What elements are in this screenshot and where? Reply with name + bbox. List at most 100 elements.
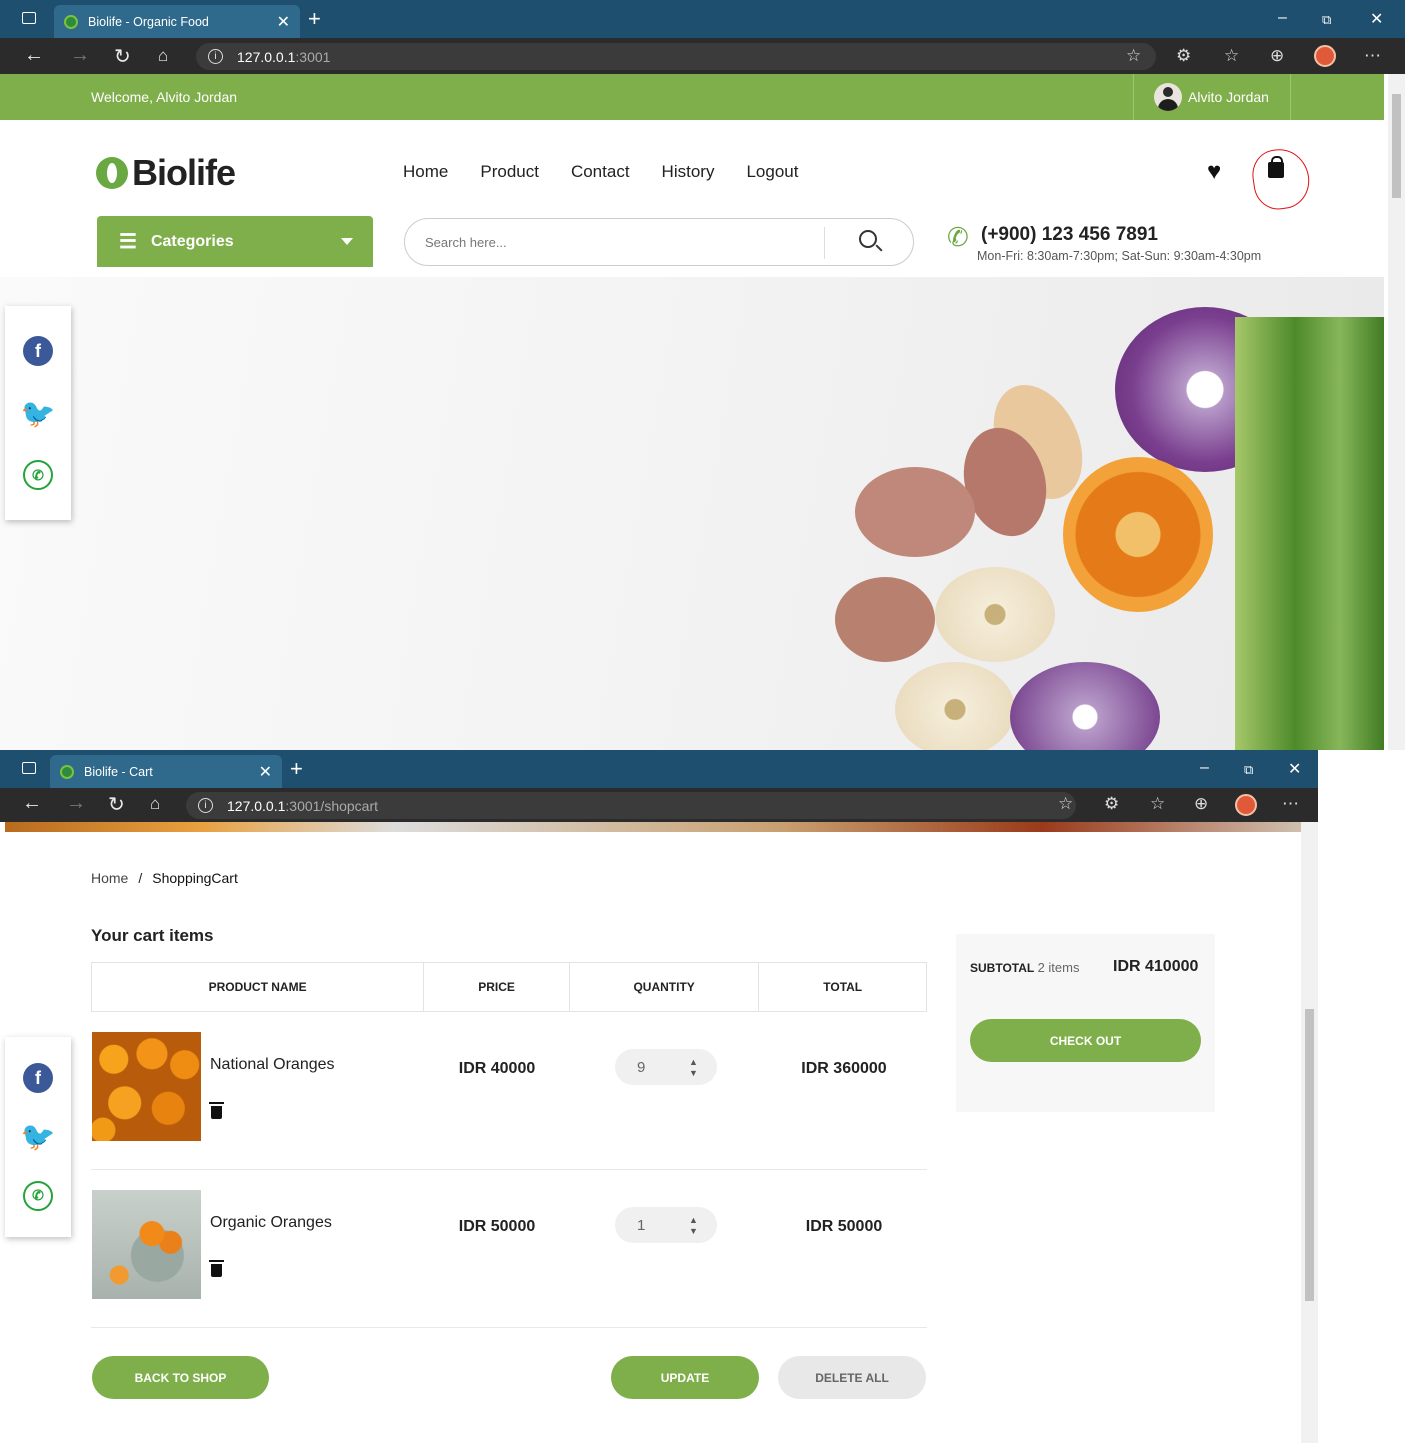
close-tab-icon[interactable]: ✕ <box>277 12 290 32</box>
home-icon[interactable]: ⌂ <box>158 46 168 66</box>
breadcrumb-current: ShoppingCart <box>152 870 238 886</box>
increment-icon[interactable]: ▲ <box>689 1216 698 1225</box>
back-to-shop-button[interactable]: BACK TO SHOP <box>92 1356 269 1399</box>
breadcrumb-separator: / <box>138 870 143 886</box>
more-icon[interactable]: ⋯ <box>1282 794 1299 814</box>
more-icon[interactable]: ⋯ <box>1364 46 1381 66</box>
restore-icon[interactable]: ⧉ <box>1322 12 1331 28</box>
search-icon[interactable] <box>859 230 877 248</box>
update-button[interactable]: UPDATE <box>611 1356 759 1399</box>
search-box[interactable]: Search here... <box>404 218 914 266</box>
facebook-icon[interactable]: f <box>23 336 53 366</box>
whatsapp-icon[interactable]: ✆ <box>23 460 53 490</box>
onion-image <box>935 567 1055 662</box>
menu-history[interactable]: History <box>662 162 715 182</box>
site-info-icon[interactable]: i <box>208 49 223 64</box>
collections-icon[interactable]: ⊕ <box>1270 46 1284 66</box>
workspaces-icon[interactable] <box>22 762 36 774</box>
menu-home[interactable]: Home <box>403 162 448 182</box>
quantity-value[interactable]: 9 <box>637 1059 645 1076</box>
profile-icon[interactable] <box>1314 45 1336 67</box>
forward-icon[interactable]: → <box>70 44 90 67</box>
browser-tab[interactable]: Biolife - Organic Food ✕ <box>54 5 300 38</box>
favicon-icon <box>64 14 78 29</box>
quantity-stepper[interactable]: 1 ▲ ▼ <box>615 1207 717 1243</box>
close-tab-icon[interactable]: ✕ <box>259 762 272 782</box>
product-name[interactable]: National Oranges <box>210 1056 335 1074</box>
profile-icon[interactable] <box>1235 794 1257 816</box>
product-image[interactable] <box>92 1190 201 1299</box>
browser-window-home: Biolife - Organic Food ✕ + – ⧉ ✕ ← → ↻ ⌂… <box>0 0 1405 750</box>
back-icon[interactable]: ← <box>22 792 42 815</box>
logo[interactable]: Biolife <box>96 152 236 194</box>
twitter-icon[interactable]: 🐦 <box>21 1121 56 1152</box>
user-menu[interactable]: Alvito Jordan <box>1133 74 1291 120</box>
collections-icon[interactable]: ⊕ <box>1194 794 1208 814</box>
url-path: :3001/shopcart <box>285 797 379 814</box>
list-icon: ☰ <box>119 231 137 253</box>
hero-banner <box>0 277 1384 750</box>
product-name[interactable]: Organic Oranges <box>210 1214 332 1232</box>
trash-icon[interactable] <box>209 1102 224 1119</box>
favorites-icon[interactable]: ☆ <box>1224 46 1239 66</box>
facebook-icon[interactable]: f <box>23 1063 53 1094</box>
url-field[interactable]: i 127.0.0.1:3001/shopcart <box>186 792 1076 819</box>
minimize-icon[interactable]: – <box>1278 9 1287 27</box>
menu-logout[interactable]: Logout <box>746 162 798 182</box>
refresh-icon[interactable]: ↻ <box>108 792 125 817</box>
extensions-icon[interactable]: ⚙ <box>1176 46 1191 66</box>
menu-contact[interactable]: Contact <box>571 162 630 182</box>
checkout-button[interactable]: CHECK OUT <box>970 1019 1201 1062</box>
product-image[interactable] <box>92 1032 201 1141</box>
back-icon[interactable]: ← <box>24 44 44 67</box>
avatar <box>1154 83 1182 111</box>
search-input[interactable]: Search here... <box>425 235 507 250</box>
wishlist-heart-icon[interactable]: ♥ <box>1207 158 1221 186</box>
increment-icon[interactable]: ▲ <box>689 1058 698 1067</box>
close-window-icon[interactable]: ✕ <box>1370 9 1383 29</box>
add-favorite-icon[interactable]: ☆ <box>1058 794 1073 814</box>
delete-all-button[interactable]: DELETE ALL <box>778 1356 926 1399</box>
new-tab-icon[interactable]: + <box>308 6 321 32</box>
whatsapp-icon[interactable]: ✆ <box>23 1180 53 1211</box>
trash-icon[interactable] <box>209 1260 224 1277</box>
workspaces-icon[interactable] <box>22 12 36 24</box>
add-favorite-icon[interactable]: ☆ <box>1126 46 1141 66</box>
favorites-icon[interactable]: ☆ <box>1150 794 1165 814</box>
quantity-stepper[interactable]: 9 ▲ ▼ <box>615 1049 717 1085</box>
minimize-icon[interactable]: – <box>1200 759 1209 777</box>
quantity-value[interactable]: 1 <box>637 1217 645 1234</box>
subtotal-label: SUBTOTAL 2 items <box>970 960 1079 975</box>
categories-button[interactable]: ☰ Categories <box>97 216 373 267</box>
forward-icon[interactable]: → <box>66 792 86 815</box>
home-page: Welcome, Alvito Jordan Alvito Jordan Bio… <box>0 74 1384 750</box>
scrollbar-thumb[interactable] <box>1392 94 1401 198</box>
welcome-text: Welcome, Alvito Jordan <box>91 89 238 105</box>
site-info-icon[interactable]: i <box>198 798 213 813</box>
menu-product[interactable]: Product <box>480 162 539 182</box>
decrement-icon[interactable]: ▼ <box>689 1227 698 1236</box>
restore-icon[interactable]: ⧉ <box>1244 762 1253 778</box>
url-field[interactable]: i 127.0.0.1:3001 <box>196 43 1156 70</box>
extensions-icon[interactable]: ⚙ <box>1104 794 1119 814</box>
new-tab-icon[interactable]: + <box>290 756 303 782</box>
pumpkin-image <box>1063 457 1213 612</box>
scrollbar-thumb[interactable] <box>1305 1009 1314 1301</box>
refresh-icon[interactable]: ↻ <box>114 44 131 69</box>
close-window-icon[interactable]: ✕ <box>1288 759 1301 779</box>
browser-window-cart: Biolife - Cart ✕ + – ⧉ ✕ ← → ↻ ⌂ i 127.0… <box>0 750 1318 1443</box>
col-price: PRICE <box>424 963 570 1011</box>
breadcrumb-home[interactable]: Home <box>91 870 128 886</box>
scrollbar[interactable] <box>1388 74 1405 750</box>
address-bar-row: ← → ↻ ⌂ i 127.0.0.1:3001 ☆ ⚙ ☆ ⊕ ⋯ <box>0 38 1405 74</box>
phone-number[interactable]: (+900) 123 456 7891 <box>981 224 1158 246</box>
tab-bar: Biolife - Cart ✕ + – ⧉ ✕ <box>0 750 1318 788</box>
decrement-icon[interactable]: ▼ <box>689 1069 698 1078</box>
browser-tab[interactable]: Biolife - Cart ✕ <box>50 755 282 788</box>
home-icon[interactable]: ⌂ <box>150 794 160 814</box>
order-summary: SUBTOTAL 2 items IDR 410000 CHECK OUT <box>956 934 1215 1112</box>
scrollbar[interactable] <box>1301 822 1318 1443</box>
col-total: TOTAL <box>823 980 863 994</box>
tab-bar: Biolife - Organic Food ✕ + – ⧉ ✕ <box>0 0 1405 38</box>
twitter-icon[interactable]: 🐦 <box>21 398 56 429</box>
